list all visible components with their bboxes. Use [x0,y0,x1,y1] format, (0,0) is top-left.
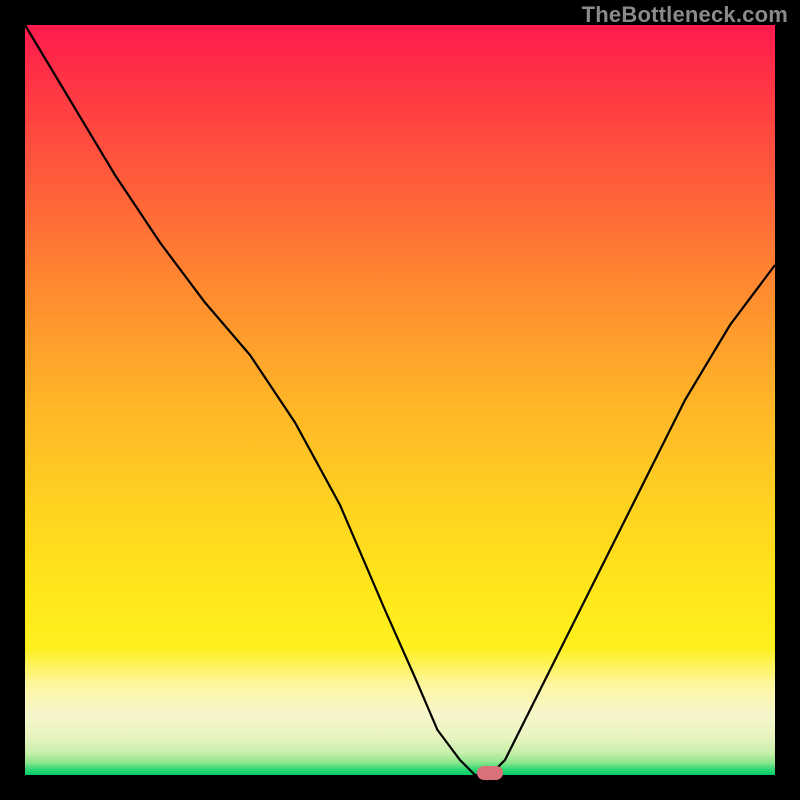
curve-path [25,25,775,775]
optimal-point-marker [477,766,503,780]
chart-frame: TheBottleneck.com [0,0,800,800]
bottleneck-curve [25,25,775,775]
plot-area [25,25,775,775]
